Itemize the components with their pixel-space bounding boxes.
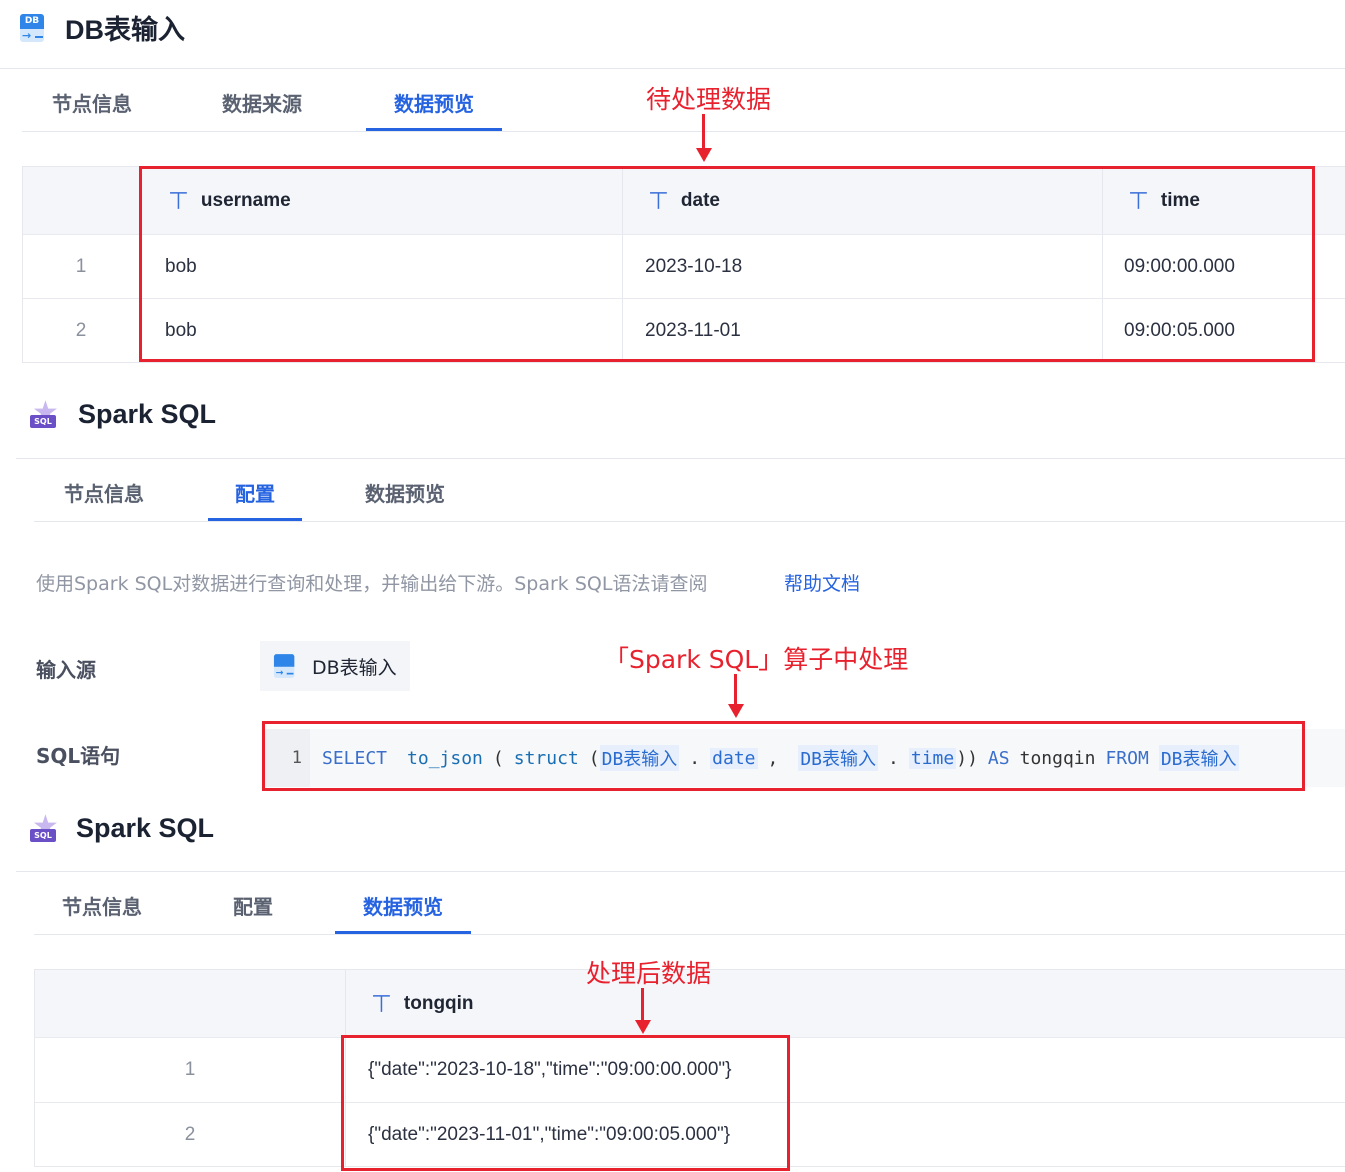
tab-data-preview[interactable]: 数据预览 — [345, 478, 465, 507]
db-input-icon: DB → — [18, 13, 48, 43]
sql-node-header: ★ SQL Spark SQL — [28, 812, 214, 844]
db-node-title: DB表输入 — [65, 15, 185, 45]
annotation-arrow — [641, 988, 644, 1020]
annotation-processed-data: 处理后数据 — [586, 959, 712, 988]
row-index: 1 — [184, 1059, 196, 1080]
divider — [16, 871, 1345, 872]
row-index: 2 — [75, 319, 87, 341]
db-node-header: DB → DB表输入 — [18, 8, 185, 47]
tab-data-source[interactable]: 数据来源 — [202, 88, 322, 117]
input-source-chip[interactable]: SQL → DB表输入 — [260, 641, 410, 691]
tab-divider — [34, 934, 1345, 935]
annotation-box-result — [341, 1035, 790, 1171]
tab-divider — [34, 521, 1345, 522]
tab-data-preview[interactable]: 数据预览 — [343, 891, 463, 920]
tab-config[interactable]: 配置 — [208, 891, 298, 920]
row-index: 2 — [184, 1123, 196, 1145]
tab-data-preview[interactable]: 数据预览 — [374, 88, 494, 117]
annotation-box-sql — [262, 721, 1305, 791]
annotation-processing: 「Spark SQL」算子中处理 — [604, 645, 909, 674]
tab-node-info[interactable]: 节点信息 — [44, 478, 164, 507]
db-input-icon: SQL → — [272, 653, 298, 679]
spark-sql-icon: ★ SQL — [30, 809, 59, 844]
divider — [0, 68, 1345, 69]
config-description: 使用Spark SQL对数据进行查询和处理，并输出给下游。Spark SQL语法… — [36, 573, 708, 595]
tab-divider — [22, 131, 1345, 132]
annotation-box-source — [139, 166, 1315, 362]
annotation-arrow — [734, 674, 737, 704]
sql-node-title: Spark SQL — [76, 812, 215, 843]
sql-node-header: ★ SQL Spark SQL — [28, 398, 216, 430]
spark-sql-icon: ★ SQL — [30, 395, 59, 430]
input-source-label: 输入源 — [36, 658, 96, 682]
row-index: 1 — [75, 255, 87, 277]
annotation-pending-data: 待处理数据 — [646, 85, 772, 114]
annotation-arrow — [702, 114, 705, 150]
sql-node-title: Spark SQL — [78, 398, 217, 429]
tab-node-info[interactable]: 节点信息 — [32, 88, 152, 117]
tab-node-info[interactable]: 节点信息 — [42, 891, 162, 920]
column-header-tongqin[interactable]: ⊤ tongqin — [371, 970, 474, 1037]
divider — [16, 458, 1345, 459]
tab-config[interactable]: 配置 — [210, 478, 300, 507]
text-type-icon: ⊤ — [371, 989, 392, 1018]
sql-statement-label: SQL语句 — [36, 744, 121, 768]
help-docs-link[interactable]: 帮助文档 — [784, 569, 860, 596]
